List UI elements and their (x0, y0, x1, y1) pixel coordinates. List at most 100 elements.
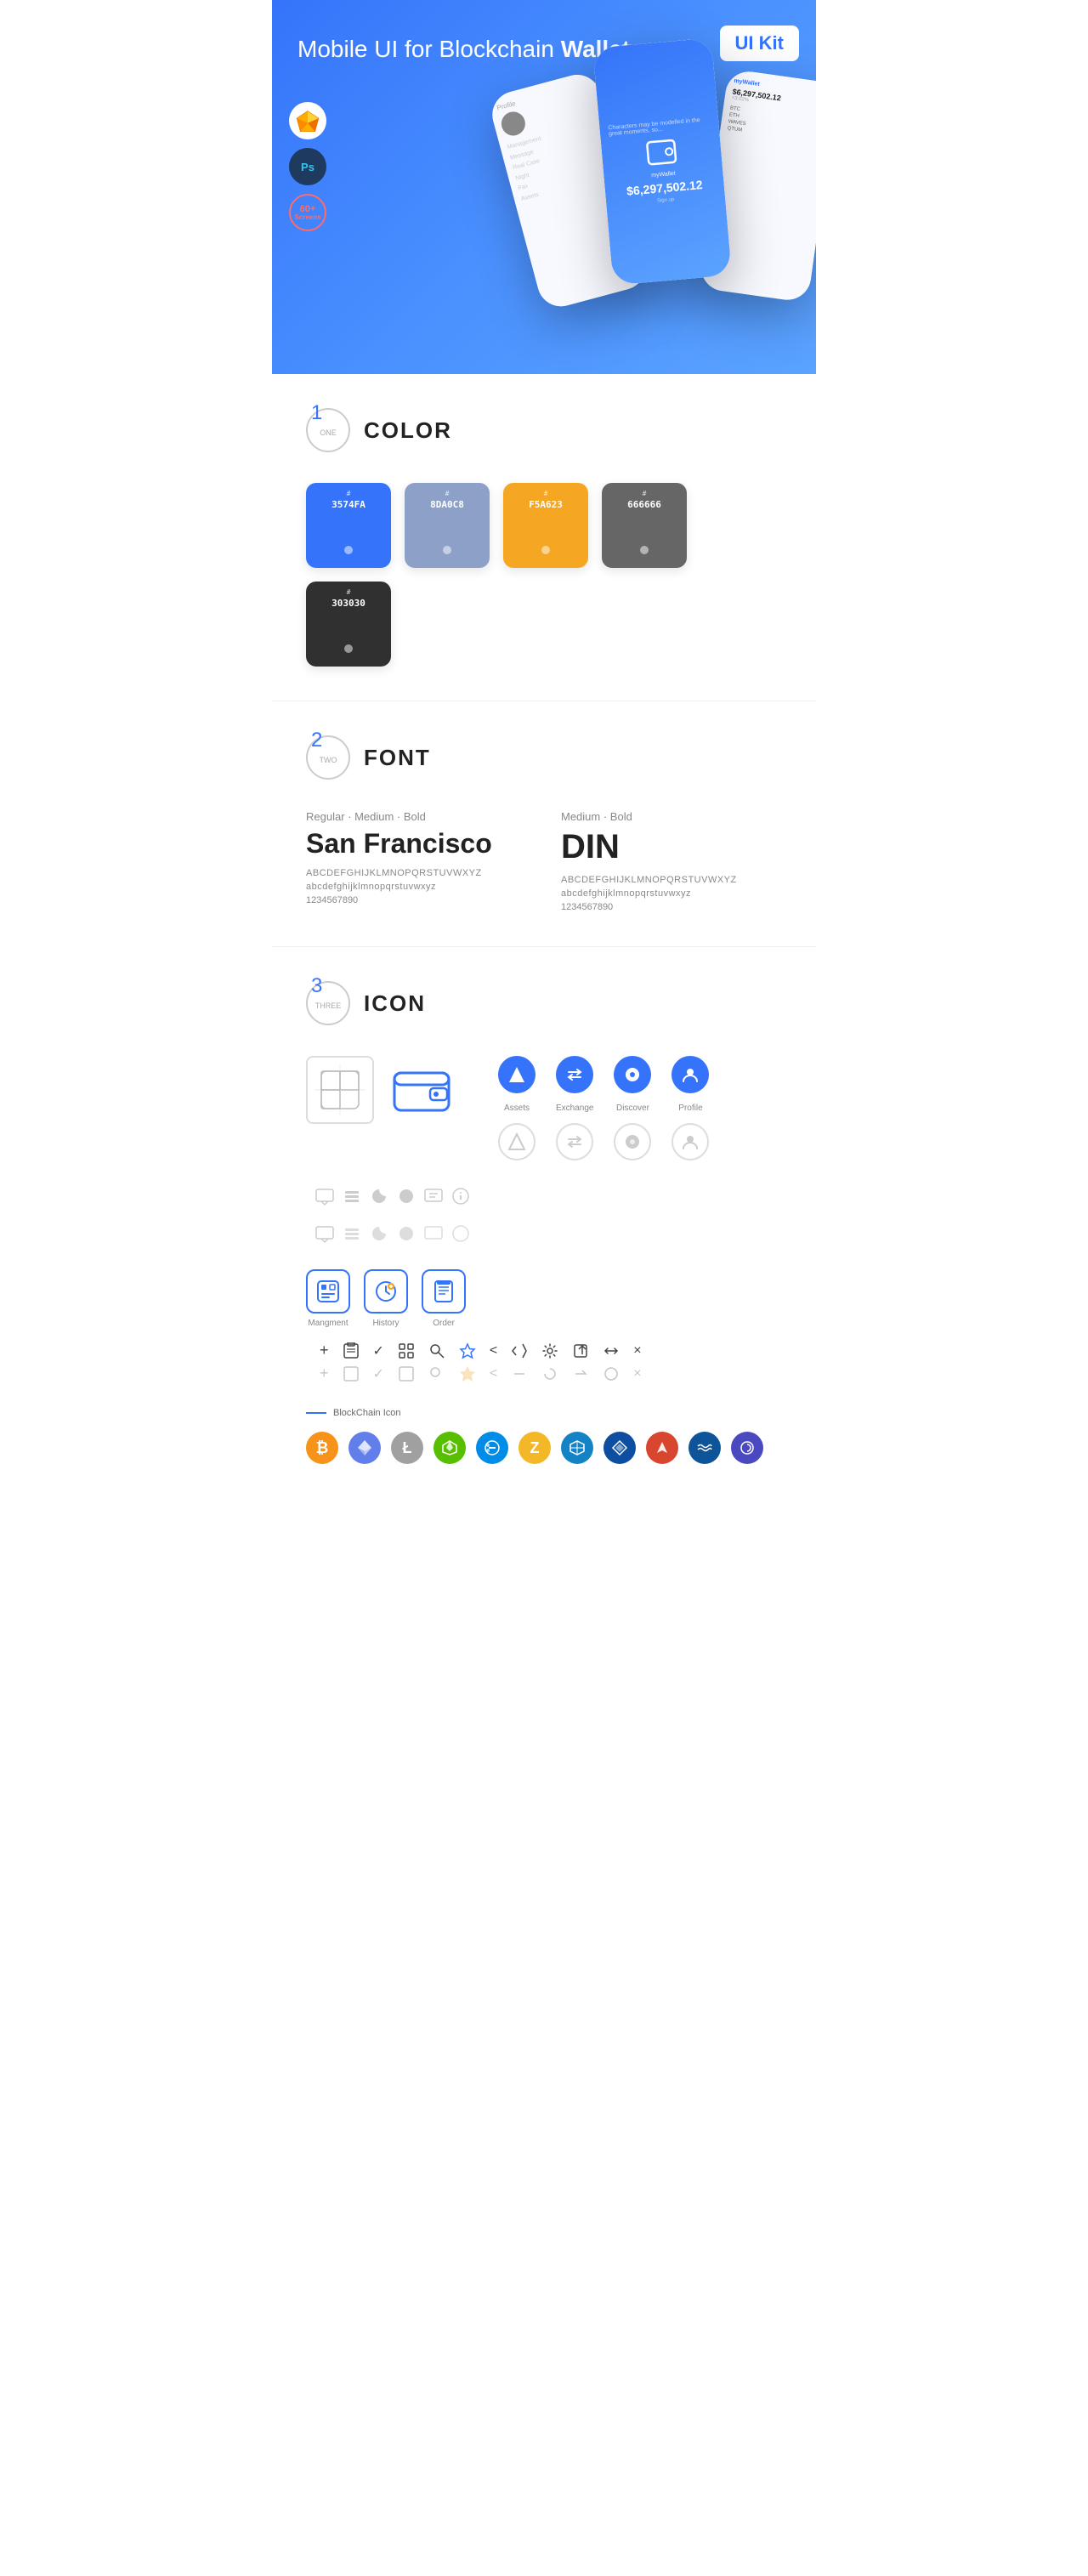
export-icon (572, 1342, 589, 1359)
management-icon (306, 1269, 350, 1314)
search-icon (428, 1342, 445, 1359)
check-icon-dim: ✓ (373, 1365, 384, 1382)
circle-icon-2 (396, 1223, 416, 1244)
icon-wireframe-1 (306, 1056, 374, 1124)
stack-icon (342, 1186, 362, 1206)
assets-icon (498, 1056, 536, 1093)
swatch-grey: # 666666 (602, 483, 687, 568)
icon-section-title: ICON (364, 990, 426, 1017)
discover-icon (614, 1056, 651, 1093)
neo-icon (434, 1432, 466, 1464)
color-section-header: 1 ONE COLOR (306, 408, 782, 452)
gear-icon (541, 1342, 558, 1359)
exchange-icon (556, 1056, 593, 1093)
font-section-header: 2 TWO FONT (306, 735, 782, 780)
dash-icon (476, 1432, 508, 1464)
swatch-orange: # F5A623 (503, 483, 588, 568)
share-icon (511, 1342, 528, 1359)
comment-icon (423, 1186, 444, 1206)
sketch-badge (289, 102, 326, 139)
exchange-icon-outline (556, 1123, 593, 1160)
profile-icon (672, 1056, 709, 1093)
icon-wallet-filled (388, 1056, 456, 1124)
utility-icons: + ✓ < × + ✓ < (320, 1342, 642, 1382)
color-section: 1 ONE COLOR # 3574FA # 8DA0C8 # F5A623 (272, 374, 816, 701)
btc-icon: ₿ (306, 1432, 338, 1464)
arrow-right-icon (572, 1365, 589, 1382)
order-icon-item: Order (422, 1269, 466, 1328)
blockchain-line (306, 1412, 326, 1414)
info-icon (450, 1186, 471, 1206)
close-icon: × (633, 1343, 641, 1359)
chevron-left-icon: < (490, 1343, 497, 1359)
star-icon-filled (459, 1365, 476, 1382)
swatch-grey-blue: # 8DA0C8 (405, 483, 490, 568)
font-section: 2 TWO FONT Regular · Medium · Bold San F… (272, 701, 816, 946)
eth-icon (348, 1432, 381, 1464)
phone-middle: Characters may be modelled in the great … (592, 37, 732, 285)
search-icon-dim (428, 1365, 445, 1382)
hero-section: Mobile UI for Blockchain Wallet UI Kit P… (272, 0, 816, 374)
close-icon-dim: × (633, 1366, 641, 1382)
icon-col-profile: Profile (672, 1056, 709, 1160)
waves-icon (688, 1432, 721, 1464)
rotate-icon (541, 1365, 558, 1382)
app-icons-row: Mangment History (306, 1269, 782, 1382)
color-section-number: 1 ONE (306, 408, 350, 452)
clipboard-icon (343, 1342, 360, 1359)
share-icon-dim (511, 1365, 528, 1382)
font-section-title: FONT (364, 745, 431, 771)
icon-col-exchange: Exchange (556, 1056, 593, 1160)
font-din: Medium · Bold DIN ABCDEFGHIJKLMNOPQRSTUV… (561, 810, 782, 912)
tool-badges: Ps 60+ Screens (289, 102, 326, 231)
swatch-dark: # 303030 (306, 582, 391, 667)
wireframe-icons (306, 1056, 456, 1124)
chevron-left-dim: < (490, 1366, 497, 1382)
icon-section-header: 3 THREE ICON (306, 981, 782, 1025)
icon-main-row: Assets Exchange (306, 1056, 782, 1244)
order-icon (422, 1269, 466, 1314)
screens-badge: 60+ Screens (289, 194, 326, 231)
icon-col-discover: Discover (614, 1056, 651, 1160)
grid-icon (561, 1432, 593, 1464)
blockchain-label: BlockChain Icon (306, 1408, 782, 1418)
history-icon-item: History (364, 1269, 408, 1328)
circle-icon (396, 1186, 416, 1206)
crypto-icons-row: ₿ Ł Z (306, 1432, 782, 1464)
crescent-icon (369, 1186, 389, 1206)
discover-icon-outline (614, 1123, 651, 1160)
ltc-icon: Ł (391, 1432, 423, 1464)
ark-icon (646, 1432, 678, 1464)
comment-icon-2 (423, 1223, 444, 1244)
stack-icon-2 (342, 1223, 362, 1244)
clipboard-icon-dim (343, 1365, 360, 1382)
colored-icons-group: Assets Exchange (498, 1056, 709, 1160)
crescent-icon-2 (369, 1223, 389, 1244)
info-icon-2 (450, 1223, 471, 1244)
icon-section: 3 THREE ICON (272, 947, 816, 1498)
info-small-icon (603, 1365, 620, 1382)
icon-col-assets: Assets (498, 1056, 536, 1160)
color-section-title: COLOR (364, 417, 452, 444)
font-grid: Regular · Medium · Bold San Francisco AB… (306, 810, 782, 912)
chat-icon-2 (314, 1223, 335, 1244)
swatch-blue: # 3574FA (306, 483, 391, 568)
assets-icon-outline (498, 1123, 536, 1160)
poly-icon (731, 1432, 763, 1464)
chat-icon (314, 1186, 335, 1206)
icon-section-number: 3 THREE (306, 981, 350, 1025)
color-swatches-container: # 3574FA # 8DA0C8 # F5A623 # 666666 (306, 483, 782, 667)
zcash-icon: Z (518, 1432, 551, 1464)
management-icon-item: Mangment (306, 1269, 350, 1328)
star-icon (459, 1342, 476, 1359)
plus-icon: + (320, 1342, 329, 1359)
font-san-francisco: Regular · Medium · Bold San Francisco AB… (306, 810, 527, 912)
arrows-icon (603, 1342, 620, 1359)
plus-icon-dim: + (320, 1365, 329, 1382)
qr-icon (398, 1342, 415, 1359)
font-section-number: 2 TWO (306, 735, 350, 780)
phone-mockups: Profile Management Message Real Case Nig… (493, 51, 816, 289)
check-icon: ✓ (373, 1342, 384, 1359)
lisk-icon (604, 1432, 636, 1464)
photoshop-badge: Ps (289, 148, 326, 185)
